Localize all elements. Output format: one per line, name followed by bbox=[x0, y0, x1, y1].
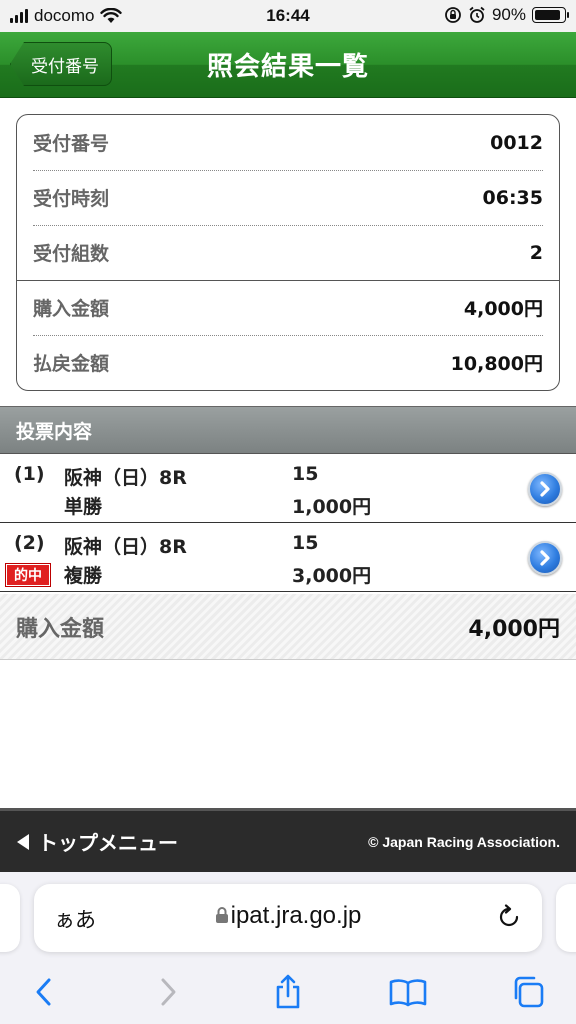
share-button[interactable] bbox=[268, 972, 308, 1012]
top-menu-link[interactable]: トップメニュー bbox=[16, 827, 178, 856]
reload-button[interactable] bbox=[496, 904, 522, 934]
battery-percent: 90% bbox=[491, 5, 526, 24]
battery-icon bbox=[532, 7, 569, 23]
url-display[interactable]: ipat.jra.go.jp bbox=[34, 902, 542, 930]
page-header: 受付番号 照会結果一覧 bbox=[0, 32, 576, 98]
summary-value: 10,800円 bbox=[450, 353, 543, 375]
bet-row-1[interactable]: (1) 阪神（日）8R 単勝 15 1,000円 bbox=[0, 455, 576, 523]
summary-row-receipt-time: 受付時刻 06:35 bbox=[17, 170, 559, 225]
summary-label: 購入金額 bbox=[33, 298, 110, 320]
bet-number: (2) bbox=[14, 532, 45, 554]
status-bar: docomo 16:44 90% bbox=[0, 0, 576, 32]
total-purchase-bar: 購入金額 4,000円 bbox=[0, 594, 576, 660]
bet-horse-number: 15 bbox=[292, 463, 319, 485]
chevron-right-icon bbox=[540, 481, 550, 497]
bet-race: 阪神（日）8R bbox=[64, 536, 187, 558]
summary-value: 0012 bbox=[490, 131, 543, 154]
summary-label: 受付組数 bbox=[33, 243, 110, 265]
next-tab-peek[interactable] bbox=[556, 884, 576, 952]
bet-type: 複勝 bbox=[64, 565, 103, 587]
summary-label: 払戻金額 bbox=[33, 353, 110, 375]
detail-arrow-button[interactable] bbox=[528, 541, 562, 575]
chevron-right-icon bbox=[161, 978, 176, 1006]
summary-label: 受付時刻 bbox=[33, 188, 110, 210]
browser-bar: ぁあ ipat.jra.go.jp bbox=[0, 872, 576, 1024]
total-label: 購入金額 bbox=[16, 616, 105, 642]
bet-amount: 1,000円 bbox=[292, 496, 372, 518]
bet-amount: 3,000円 bbox=[292, 565, 372, 587]
url-text: ipat.jra.go.jp bbox=[230, 902, 362, 929]
bookmarks-button[interactable] bbox=[388, 972, 428, 1012]
summary-label: 受付番号 bbox=[33, 133, 110, 155]
summary-value: 2 bbox=[529, 241, 543, 264]
page-title: 照会結果一覧 bbox=[206, 52, 369, 82]
tabs-button[interactable] bbox=[508, 972, 548, 1012]
back-nav-button[interactable] bbox=[24, 972, 64, 1012]
summary-value: 4,000円 bbox=[463, 298, 543, 320]
page-footer: トップメニュー © Japan Racing Association. bbox=[0, 808, 576, 872]
bet-type: 単勝 bbox=[64, 496, 103, 518]
total-value: 4,000円 bbox=[468, 616, 560, 642]
summary-row-purchase-amount: 購入金額 4,000円 bbox=[17, 280, 559, 335]
forward-nav-button[interactable] bbox=[148, 972, 188, 1012]
hit-badge: 的中 bbox=[5, 563, 51, 587]
detail-arrow-button[interactable] bbox=[528, 472, 562, 506]
copyright-text: © Japan Racing Association. bbox=[368, 833, 560, 850]
section-header-bet-contents: 投票内容 bbox=[0, 406, 576, 454]
bet-race: 阪神（日）8R bbox=[64, 467, 187, 489]
rotation-lock-icon bbox=[445, 7, 461, 23]
triangle-left-icon bbox=[17, 833, 29, 850]
chevron-left-icon bbox=[36, 978, 51, 1006]
summary-card: 受付番号 0012 受付時刻 06:35 受付組数 2 購入金額 4,000円 … bbox=[16, 114, 560, 391]
status-right: 90% bbox=[444, 5, 569, 25]
book-icon bbox=[389, 979, 427, 1007]
share-icon bbox=[276, 974, 300, 1009]
top-menu-label: トップメニュー bbox=[38, 831, 178, 855]
bet-row-2[interactable]: (2) 的中 阪神（日）8R 複勝 15 3,000円 bbox=[0, 524, 576, 592]
summary-value: 06:35 bbox=[482, 186, 543, 209]
address-bar[interactable]: ぁあ ipat.jra.go.jp bbox=[34, 884, 542, 952]
bet-horse-number: 15 bbox=[292, 532, 319, 554]
lock-icon bbox=[215, 907, 228, 923]
previous-tab-peek[interactable] bbox=[0, 884, 20, 952]
summary-row-payout-amount: 払戻金額 10,800円 bbox=[17, 335, 559, 390]
summary-row-receipt-number: 受付番号 0012 bbox=[17, 115, 559, 170]
browser-toolbar bbox=[0, 968, 576, 1018]
summary-row-set-count: 受付組数 2 bbox=[17, 225, 559, 280]
alarm-icon bbox=[469, 6, 485, 23]
bet-number: (1) bbox=[14, 463, 45, 485]
reload-icon bbox=[499, 904, 519, 927]
tabs-icon bbox=[514, 976, 544, 1008]
chevron-right-icon bbox=[540, 550, 550, 566]
